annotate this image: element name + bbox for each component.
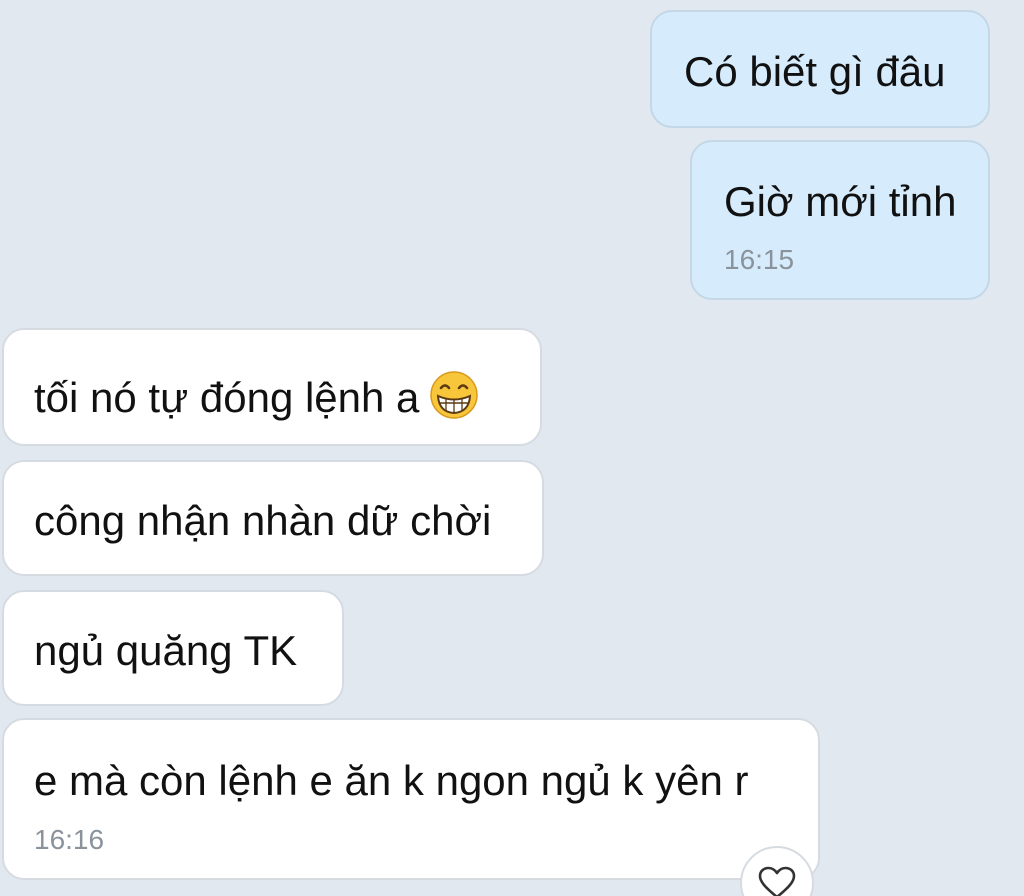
message-bubble-received[interactable]: tối nó tự đóng lệnh a <box>2 328 542 446</box>
message-text: tối nó tự đóng lệnh a <box>34 374 420 421</box>
heart-icon <box>758 866 796 896</box>
message-text: ngủ quăng TK <box>34 627 298 674</box>
chat-thread: Có biết gì đâu Giờ mới tỉnh 16:15 tối nó… <box>0 0 1024 896</box>
message-bubble-sent[interactable]: Giờ mới tỉnh 16:15 <box>690 140 990 300</box>
message-timestamp: 16:16 <box>34 824 105 855</box>
message-text: Có biết gì đâu <box>684 48 946 95</box>
message-bubble-received[interactable]: ngủ quăng TK <box>2 590 344 706</box>
message-timestamp: 16:15 <box>724 244 795 275</box>
message-text: e mà còn lệnh e ăn k ngon ngủ k yên r <box>34 757 749 804</box>
grinning-face-emoji-icon <box>429 370 479 420</box>
message-bubble-received[interactable]: công nhận nhàn dữ chời <box>2 460 544 576</box>
message-bubble-sent[interactable]: Có biết gì đâu <box>650 10 990 128</box>
message-text: Giờ mới tỉnh <box>724 178 957 225</box>
message-text: công nhận nhàn dữ chời <box>34 497 492 544</box>
message-bubble-received[interactable]: e mà còn lệnh e ăn k ngon ngủ k yên r 16… <box>2 718 820 880</box>
